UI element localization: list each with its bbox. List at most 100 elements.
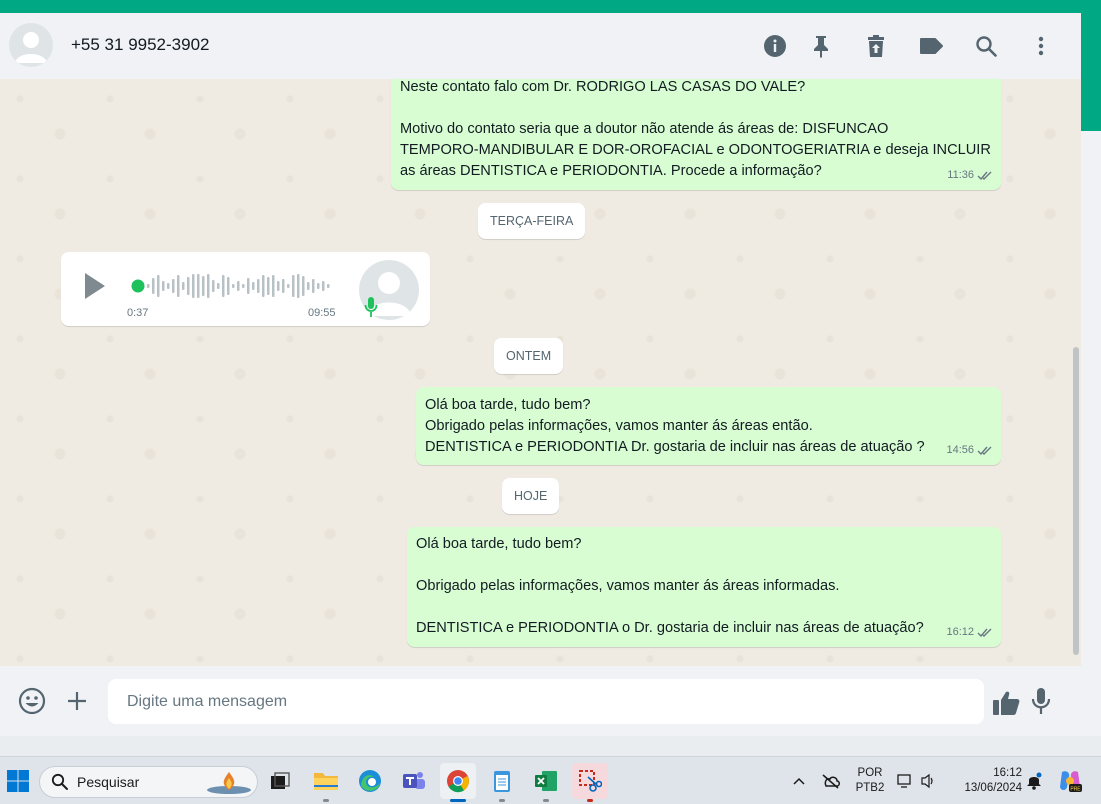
running-indicator xyxy=(499,799,505,802)
voice-time: 09:55 xyxy=(308,307,336,319)
menu-icon[interactable] xyxy=(1026,31,1056,61)
snipping-tool-icon[interactable] xyxy=(572,763,608,802)
thumbs-up-icon[interactable] xyxy=(988,685,1024,721)
waveform-bar xyxy=(152,278,155,294)
waveform-bar xyxy=(157,275,160,297)
message-list[interactable]: Neste contato falo com Dr. RODRIGO LAS C… xyxy=(0,79,1081,666)
microphone-icon[interactable] xyxy=(1023,683,1059,719)
scrollbar-thumb[interactable] xyxy=(1073,347,1079,655)
message-text: Olá boa tarde, tudo bem? Obrigado pelas … xyxy=(416,536,924,636)
mic-green-icon xyxy=(364,297,378,317)
chat-scrollbar[interactable] xyxy=(1070,79,1081,666)
waveform-bar xyxy=(182,282,185,290)
clock-time: 16:12 xyxy=(993,767,1022,779)
waveform-bar xyxy=(242,284,245,288)
double-check-icon xyxy=(977,171,992,181)
waveform-bar xyxy=(217,283,220,289)
app-window: +55 31 9952-3902 Neste contato falo com … xyxy=(0,0,1101,804)
waveform-bar xyxy=(222,275,225,297)
clock[interactable]: 16:12 13/06/2024 xyxy=(952,766,1022,796)
window-bottom-gap xyxy=(0,736,1101,756)
network-volume-icons[interactable] xyxy=(894,763,942,799)
message-text: Olá boa tarde, tudo bem? Obrigado pelas … xyxy=(425,397,925,455)
waveform-bar xyxy=(147,284,150,288)
date-separator: TERÇA-FEIRA xyxy=(478,203,586,239)
waveform-bar xyxy=(317,283,320,289)
emoji-icon[interactable] xyxy=(14,683,50,719)
label-icon[interactable] xyxy=(916,31,946,61)
waveform-bar xyxy=(257,279,260,293)
waveform-bar xyxy=(302,276,305,296)
copilot-icon[interactable]: PRE xyxy=(1053,763,1087,799)
message-meta: 11:36 xyxy=(947,165,993,186)
side-panel-strip xyxy=(1081,131,1101,736)
windows-start-icon[interactable] xyxy=(0,763,36,799)
waveform-bar xyxy=(177,275,180,297)
waveform-bar xyxy=(162,281,165,291)
waveform-bar xyxy=(212,280,215,292)
chevron-up-icon[interactable] xyxy=(787,763,811,799)
double-check-icon xyxy=(977,446,992,456)
waveform-bar xyxy=(267,277,270,295)
audio-waveform[interactable] xyxy=(131,268,331,304)
keyboard-layout: PTB2 xyxy=(855,782,885,794)
chrome-icon[interactable] xyxy=(440,763,476,802)
message-meta: 14:56 xyxy=(946,440,993,461)
message-input[interactable] xyxy=(108,679,984,724)
info-icon[interactable] xyxy=(760,31,790,61)
attach-plus-icon[interactable] xyxy=(59,683,95,719)
search-icon xyxy=(51,773,68,790)
edge-icon[interactable] xyxy=(352,763,388,799)
side-accent-strip xyxy=(1081,13,1101,131)
message-text: Neste contato falo com Dr. RODRIGO LAS C… xyxy=(400,79,991,179)
clock-date: 13/06/2024 xyxy=(964,782,1022,794)
contact-avatar[interactable] xyxy=(9,23,53,67)
waveform-bar xyxy=(312,279,315,293)
delete-icon[interactable] xyxy=(861,31,891,61)
search-icon[interactable] xyxy=(971,31,1001,61)
language-indicator[interactable]: POR PTB2 xyxy=(852,766,888,796)
message-meta: 16:12 xyxy=(946,622,993,643)
waveform-bar xyxy=(307,282,310,290)
chat-header: +55 31 9952-3902 xyxy=(0,13,1081,79)
waveform-bar xyxy=(247,278,250,294)
message-composer xyxy=(0,666,1081,736)
message-time: 16:12 xyxy=(946,626,974,638)
double-check-icon xyxy=(977,628,992,638)
outgoing-message[interactable]: Neste contato falo com Dr. RODRIGO LAS C… xyxy=(391,79,1001,190)
pin-icon[interactable] xyxy=(806,31,836,61)
play-icon[interactable] xyxy=(81,270,109,302)
waveform-bar xyxy=(252,282,255,290)
date-separator: HOJE xyxy=(502,478,560,514)
waveform-bar xyxy=(292,275,295,297)
teams-icon[interactable] xyxy=(396,763,432,799)
outgoing-message[interactable]: Olá boa tarde, tudo bem? Obrigado pelas … xyxy=(407,527,1001,647)
voice-elapsed: 0:37 xyxy=(127,307,149,319)
waveform-bar xyxy=(287,284,290,288)
waveform-bar xyxy=(297,274,300,298)
running-indicator xyxy=(450,799,466,802)
file-explorer-icon[interactable] xyxy=(308,763,344,802)
running-indicator xyxy=(587,799,593,802)
waveform-bar xyxy=(277,281,280,291)
notification-bell-icon[interactable] xyxy=(1022,763,1046,799)
waveform-bar xyxy=(282,279,285,293)
outgoing-message[interactable]: Olá boa tarde, tudo bem? Obrigado pelas … xyxy=(416,387,1001,465)
language-code: POR xyxy=(857,767,883,779)
waveform-bar xyxy=(322,281,325,291)
waveform-bar xyxy=(197,274,200,298)
contact-name[interactable]: +55 31 9952-3902 xyxy=(71,35,210,55)
notepad-icon[interactable] xyxy=(484,763,520,802)
voice-message[interactable]: 0:37 09:55 xyxy=(61,252,430,326)
cloud-offline-icon[interactable] xyxy=(817,763,845,799)
playback-position-dot[interactable] xyxy=(131,279,145,293)
message-time: 14:56 xyxy=(946,444,974,456)
waveform-bar xyxy=(192,274,195,298)
taskbar-search[interactable]: Pesquisar xyxy=(39,766,258,798)
waveform-bar xyxy=(172,279,175,293)
waveform-bar xyxy=(187,277,190,295)
running-indicator xyxy=(323,799,329,802)
excel-icon[interactable] xyxy=(528,763,564,802)
task-view-icon[interactable] xyxy=(262,763,298,799)
waveform-bar xyxy=(207,274,210,298)
